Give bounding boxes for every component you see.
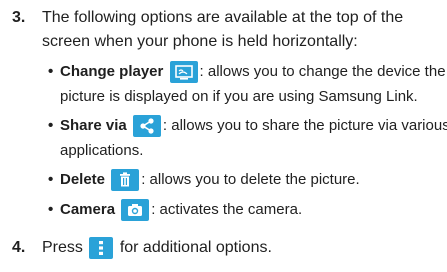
share-icon bbox=[132, 115, 161, 138]
camera-icon bbox=[121, 199, 150, 222]
bullet-desc-line-1: : activates the camera. bbox=[151, 201, 303, 218]
bullet-term: Share via bbox=[60, 117, 127, 134]
step-text-before-icon: Press bbox=[42, 239, 83, 256]
bullet-term: Change player bbox=[60, 63, 164, 80]
screen-mirror-icon bbox=[169, 61, 198, 84]
step-number: 4. bbox=[12, 239, 26, 256]
bullet-desc-line-2: applications. bbox=[60, 142, 144, 159]
menu-icon bbox=[89, 236, 114, 259]
bullet-desc-line-2: picture is displayed on if you are using… bbox=[60, 88, 418, 105]
step-number: 3. bbox=[12, 9, 26, 26]
trash-icon bbox=[111, 169, 140, 192]
step-text-line-1: The following options are available at t… bbox=[42, 9, 404, 26]
bullet-term: Camera bbox=[60, 201, 116, 218]
bullet-desc-line-1: : allows you to delete the picture. bbox=[141, 171, 360, 188]
step-text-after-icon: for additional options. bbox=[119, 239, 272, 256]
bullet-desc-line-1: : allows you to change the device the bbox=[199, 63, 446, 80]
bullet-term: Delete bbox=[60, 171, 106, 188]
bullet-desc-line-1: : allows you to share the picture via va… bbox=[162, 117, 447, 134]
step-text-line-2: screen when your phone is held horizonta… bbox=[42, 33, 358, 50]
